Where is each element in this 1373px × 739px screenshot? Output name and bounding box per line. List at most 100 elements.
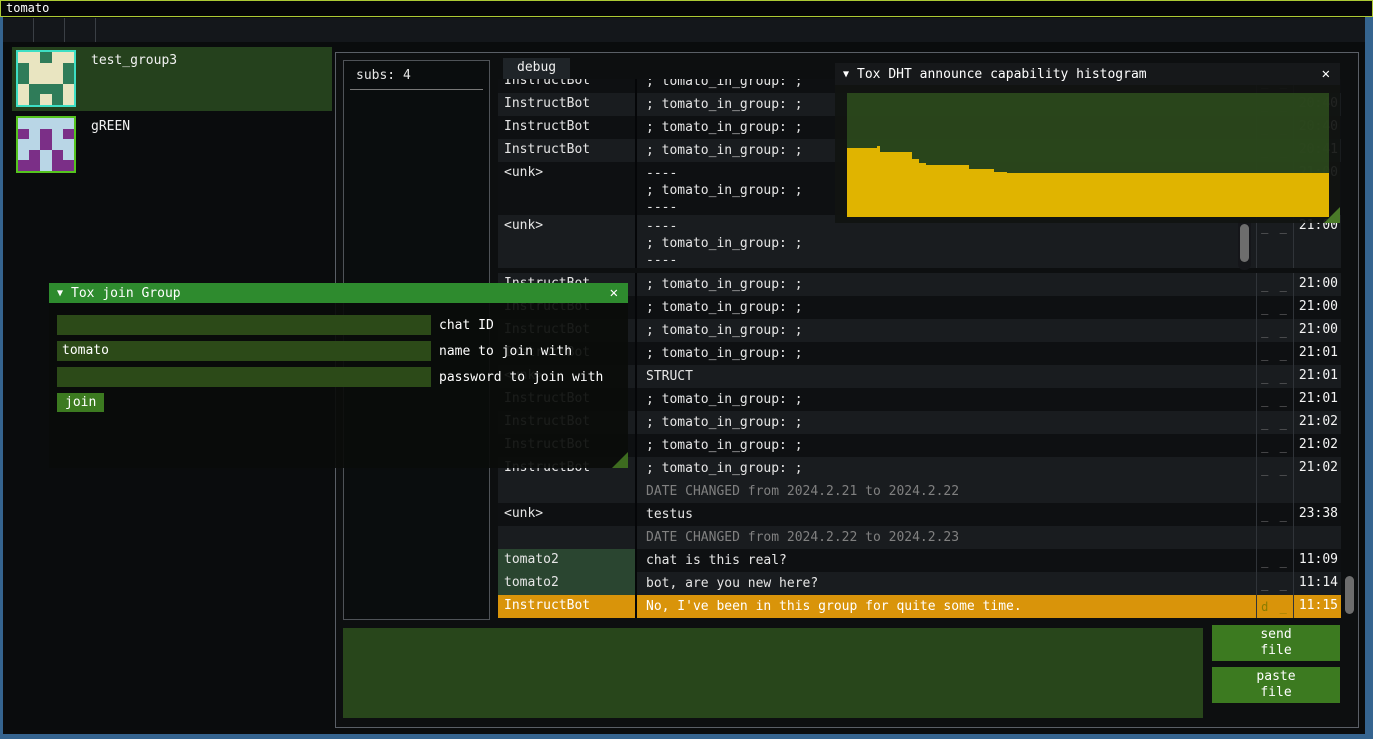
chat-timestamp: 21:01 (1293, 365, 1341, 388)
message-input[interactable] (343, 628, 1203, 718)
paste-file-button[interactable]: paste file (1212, 667, 1340, 703)
dht-histogram-title: Tox DHT announce capability histogram (857, 67, 1147, 82)
window-title: tomato (6, 1, 49, 15)
chat-message-text: No, I've been in this group for quite so… (637, 595, 1256, 618)
chat-sender: InstructBot (498, 595, 637, 618)
chat-status-flags: _ _ (1256, 342, 1293, 365)
chat-status-flags: _ _ (1256, 572, 1293, 595)
chat-message-row: InstructBot No, I've been in this group … (498, 595, 1341, 618)
tab-debug[interactable]: debug (503, 58, 570, 79)
menu-item[interactable] (33, 18, 64, 42)
chat-sender: <unk> (498, 215, 637, 268)
menu-item[interactable] (3, 18, 33, 42)
chat-timestamp: 21:01 (1293, 342, 1341, 365)
chat-sender: InstructBot (498, 93, 637, 116)
chat-status-flags: _ _ (1256, 319, 1293, 342)
chat-sender (498, 526, 637, 549)
join-group-title: Tox join Group (71, 286, 181, 301)
resize-grip-icon[interactable] (612, 452, 628, 468)
chat-status-flags (1256, 480, 1293, 503)
chat-message-text: ; tomato_in_group: ; (637, 434, 1256, 457)
chat-status-flags: _ _ (1256, 296, 1293, 319)
histogram-bar (994, 172, 1007, 217)
chat-scrollbar-thumb[interactable] (1345, 576, 1354, 614)
window-titlebar[interactable]: tomato (0, 0, 1373, 17)
histogram-bar (912, 159, 920, 217)
chat-sender: tomato2 (498, 549, 637, 572)
chat-message-text: ; tomato_in_group: ; (637, 388, 1256, 411)
subscribers-count: subs: 4 (356, 68, 489, 83)
inner-scrollbar-thumb[interactable] (1240, 224, 1249, 262)
join-text-input[interactable]: tomato (57, 341, 431, 361)
chat-timestamp (1293, 526, 1341, 549)
chat-message-text: ; tomato_in_group: ; (637, 319, 1256, 342)
chat-timestamp: 23:38 (1293, 503, 1341, 526)
chat-message-text: chat is this real? (637, 549, 1256, 572)
join-input-label: name to join with (439, 344, 572, 359)
send-file-button[interactable]: send file (1212, 625, 1340, 661)
chat-status-flags: d _ (1256, 595, 1293, 618)
send-file-label: send (1260, 627, 1291, 643)
histogram-bar (926, 165, 968, 217)
chat-message-row: DATE CHANGED from 2024.2.22 to 2024.2.23 (498, 526, 1341, 549)
chat-timestamp: 21:02 (1293, 411, 1341, 434)
sidebar-group-item[interactable]: gREEN (12, 113, 332, 177)
join-group-window: ▼ Tox join Group ✕ chat ID tomato name t… (49, 283, 628, 468)
paste-file-label: paste (1256, 669, 1295, 685)
resize-grip-icon[interactable] (1324, 207, 1340, 223)
chat-timestamp: 21:02 (1293, 434, 1341, 457)
chat-message-row: DATE CHANGED from 2024.2.21 to 2024.2.22 (498, 480, 1341, 503)
paste-file-label2: file (1260, 685, 1291, 701)
close-icon[interactable]: ✕ (1322, 66, 1330, 82)
join-group-body: chat ID tomato name to join with passwor… (49, 303, 628, 468)
chat-message-text: STRUCT (637, 365, 1256, 388)
collapse-icon[interactable]: ▼ (57, 288, 63, 299)
chat-message-row: tomato2 bot, are you new here? _ _ 11:14 (498, 572, 1341, 595)
chat-timestamp: 21:00 (1293, 319, 1341, 342)
sidebar-group-item[interactable]: test_group3 (12, 47, 332, 111)
chat-timestamp: 21:00 (1293, 273, 1341, 296)
chat-sender: tomato2 (498, 572, 637, 595)
chat-timestamp (1293, 480, 1341, 503)
chat-sender: <unk> (498, 162, 637, 215)
chat-sender (498, 480, 637, 503)
group-avatar-icon (16, 50, 76, 107)
chat-message-text: ; tomato_in_group: ; (637, 296, 1256, 319)
histogram-bar (969, 169, 994, 217)
dht-histogram-body (835, 85, 1340, 223)
menu-item[interactable] (95, 18, 126, 42)
chat-timestamp: 11:15 (1293, 595, 1341, 618)
join-button[interactable]: join (57, 393, 104, 412)
menu-bar (3, 18, 1365, 42)
chat-status-flags: _ _ (1256, 549, 1293, 572)
chat-message-text: bot, are you new here? (637, 572, 1256, 595)
close-icon[interactable]: ✕ (610, 285, 618, 301)
chat-sender: InstructBot (498, 116, 637, 139)
separator (350, 89, 483, 90)
chat-timestamp: 11:09 (1293, 549, 1341, 572)
chat-sender: InstructBot (498, 139, 637, 162)
chat-message-text: DATE CHANGED from 2024.2.22 to 2024.2.23 (637, 526, 1256, 549)
chat-timestamp: 21:00 (1293, 296, 1341, 319)
join-text-input[interactable] (57, 367, 431, 387)
menu-item[interactable] (64, 18, 95, 42)
join-group-titlebar[interactable]: ▼ Tox join Group ✕ (49, 283, 628, 303)
chat-message-row: tomato2 chat is this real? _ _ 11:09 (498, 549, 1341, 572)
join-input-label: chat ID (439, 318, 494, 333)
chat-message-text: ; tomato_in_group: ; (637, 342, 1256, 365)
chat-timestamp: 11:14 (1293, 572, 1341, 595)
join-input-label: password to join with (439, 370, 603, 385)
histogram-bar (847, 148, 877, 217)
chat-status-flags: _ _ (1256, 457, 1293, 480)
chat-sender: <unk> (498, 503, 637, 526)
chat-status-flags: _ _ (1256, 388, 1293, 411)
chat-message-text: DATE CHANGED from 2024.2.21 to 2024.2.22 (637, 480, 1256, 503)
group-name: test_group3 (91, 53, 177, 68)
chat-status-flags (1256, 526, 1293, 549)
dht-histogram-titlebar[interactable]: ▼ Tox DHT announce capability histogram … (835, 63, 1340, 85)
collapse-icon[interactable]: ▼ (843, 69, 849, 80)
join-text-input[interactable] (57, 315, 431, 335)
send-file-label2: file (1260, 643, 1291, 659)
chat-timestamp: 21:01 (1293, 388, 1341, 411)
chat-message-row: <unk> testus _ _ 23:38 (498, 503, 1341, 526)
